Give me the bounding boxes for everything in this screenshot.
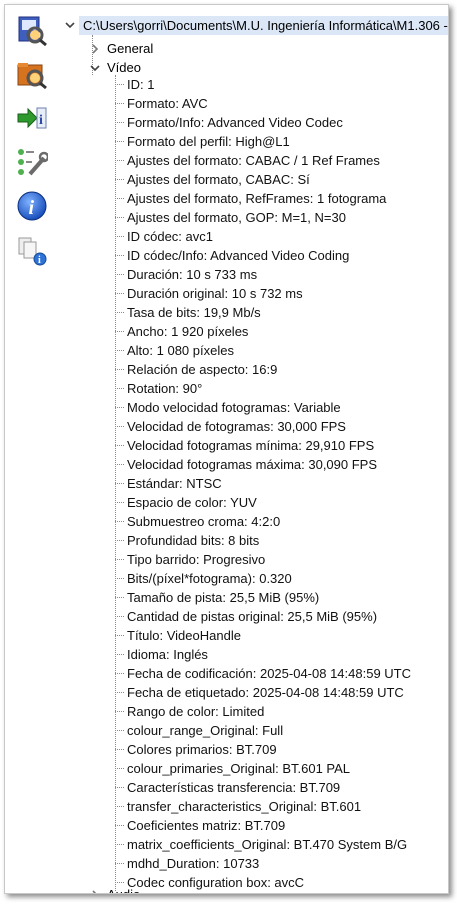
chevron-right-icon[interactable] bbox=[89, 889, 101, 893]
tree-item[interactable]: Cantidad de pistas original: 25,5 MiB (9… bbox=[59, 607, 448, 626]
tree-item[interactable]: Alto: 1 080 píxeles bbox=[59, 341, 448, 360]
tree-item[interactable]: transfer_characteristics_Original: BT.60… bbox=[59, 797, 448, 816]
tree-item[interactable]: Características transferencia: BT.709 bbox=[59, 778, 448, 797]
tree-item[interactable]: ID códec: avc1 bbox=[59, 227, 448, 246]
tree-item[interactable]: Formato del perfil: High@L1 bbox=[59, 132, 448, 151]
tree-item[interactable]: Ajustes del formato, GOP: M=1, N=30 bbox=[59, 208, 448, 227]
tree-item[interactable]: Estándar: NTSC bbox=[59, 474, 448, 493]
tree-node-audio[interactable]: Audio bbox=[59, 885, 259, 893]
tree-item[interactable]: Ajustes del formato: CABAC / 1 Ref Frame… bbox=[59, 151, 448, 170]
video-items-list: ID: 1 Formato: AVC Formato/Info: Advanced … bbox=[59, 75, 448, 892]
chevron-right-icon[interactable] bbox=[89, 43, 101, 55]
chevron-down-icon[interactable] bbox=[64, 19, 76, 31]
tree-item[interactable]: Velocidad fotogramas mínima: 29,910 FPS bbox=[59, 436, 448, 455]
tree-item[interactable]: Ancho: 1 920 píxeles bbox=[59, 322, 448, 341]
tree-item[interactable]: ID códec/Info: Advanced Video Coding bbox=[59, 246, 448, 265]
tree-item[interactable]: Tamaño de pista: 25,5 MiB (95%) bbox=[59, 588, 448, 607]
tree-item[interactable]: Velocidad fotogramas máxima: 30,090 FPS bbox=[59, 455, 448, 474]
tree-item[interactable]: Fecha de codificación: 2025-04-08 14:48:… bbox=[59, 664, 448, 683]
tree-item[interactable]: colour_primaries_Original: BT.601 PAL bbox=[59, 759, 448, 778]
tree-item[interactable]: Fecha de etiquetado: 2025-04-08 14:48:59… bbox=[59, 683, 448, 702]
tree-item[interactable]: Duración: 10 s 733 ms bbox=[59, 265, 448, 284]
tree-item[interactable]: Formato: AVC bbox=[59, 94, 448, 113]
tree-item[interactable]: Tipo barrido: Progresivo bbox=[59, 550, 448, 569]
tree-item[interactable]: Velocidad de fotogramas: 30,000 FPS bbox=[59, 417, 448, 436]
batch-copy-icon[interactable]: i bbox=[14, 233, 50, 267]
open-folder-icon[interactable] bbox=[14, 57, 50, 91]
tree-item[interactable]: Tasa de bits: 19,9 Mb/s bbox=[59, 303, 448, 322]
tree-node-general[interactable]: General bbox=[59, 39, 259, 58]
tree-item[interactable]: Título: VideoHandle bbox=[59, 626, 448, 645]
tree-item[interactable]: Rango de color: Limited bbox=[59, 702, 448, 721]
about-icon[interactable]: i bbox=[14, 189, 50, 223]
tree-item[interactable]: Espacio de color: YUV bbox=[59, 493, 448, 512]
tree-item[interactable]: matrix_coefficients_Original: BT.470 Sys… bbox=[59, 835, 448, 854]
svg-text:i: i bbox=[29, 197, 35, 219]
tree-item[interactable]: Rotation: 90° bbox=[59, 379, 448, 398]
tree-item[interactable]: Ajustes del formato, RefFrames: 1 fotogr… bbox=[59, 189, 448, 208]
tree-item[interactable]: Duración original: 10 s 732 ms bbox=[59, 284, 448, 303]
tree-item[interactable]: Ajustes del formato, CABAC: Sí bbox=[59, 170, 448, 189]
open-file-icon[interactable] bbox=[14, 13, 50, 47]
tree-item[interactable]: Bits/(píxel*fotograma): 0.320 bbox=[59, 569, 448, 588]
root-file-path[interactable]: C:\Users\gorri\Documents\M.U. Ingeniería… bbox=[79, 16, 448, 35]
app-window: i i i C:\Users\gorri\Documents\M.U. Inge… bbox=[4, 4, 449, 894]
tree-item[interactable]: Colores primarios: BT.709 bbox=[59, 740, 448, 759]
tree-item[interactable]: mdhd_Duration: 10733 bbox=[59, 854, 448, 873]
tree-item[interactable]: Submuestreo croma: 4:2:0 bbox=[59, 512, 448, 531]
preferences-icon[interactable] bbox=[14, 145, 50, 179]
tree-item[interactable]: Profundidad bits: 8 bits bbox=[59, 531, 448, 550]
tree-root-row[interactable]: C:\Users\gorri\Documents\M.U. Ingeniería… bbox=[59, 16, 448, 35]
info-tree[interactable]: C:\Users\gorri\Documents\M.U. Ingeniería… bbox=[59, 5, 448, 893]
tree-node-label: General bbox=[107, 41, 154, 56]
toolbar-sidebar: i i i bbox=[5, 5, 57, 893]
tree-item[interactable]: Modo velocidad fotogramas: Variable bbox=[59, 398, 448, 417]
tree-node-label: Audio bbox=[107, 885, 140, 893]
tree-item[interactable]: Idioma: Inglés bbox=[59, 645, 448, 664]
tree-item[interactable]: Relación de aspecto: 16:9 bbox=[59, 360, 448, 379]
chevron-down-icon[interactable] bbox=[89, 62, 101, 74]
svg-text:i: i bbox=[38, 255, 41, 266]
export-icon[interactable]: i bbox=[14, 101, 50, 135]
tree-item[interactable]: colour_range_Original: Full bbox=[59, 721, 448, 740]
tree-item[interactable]: Formato/Info: Advanced Video Codec bbox=[59, 113, 448, 132]
tree-item[interactable]: Coeficientes matriz: BT.709 bbox=[59, 816, 448, 835]
tree-item[interactable]: ID: 1 bbox=[59, 75, 448, 94]
svg-text:i: i bbox=[39, 113, 43, 128]
